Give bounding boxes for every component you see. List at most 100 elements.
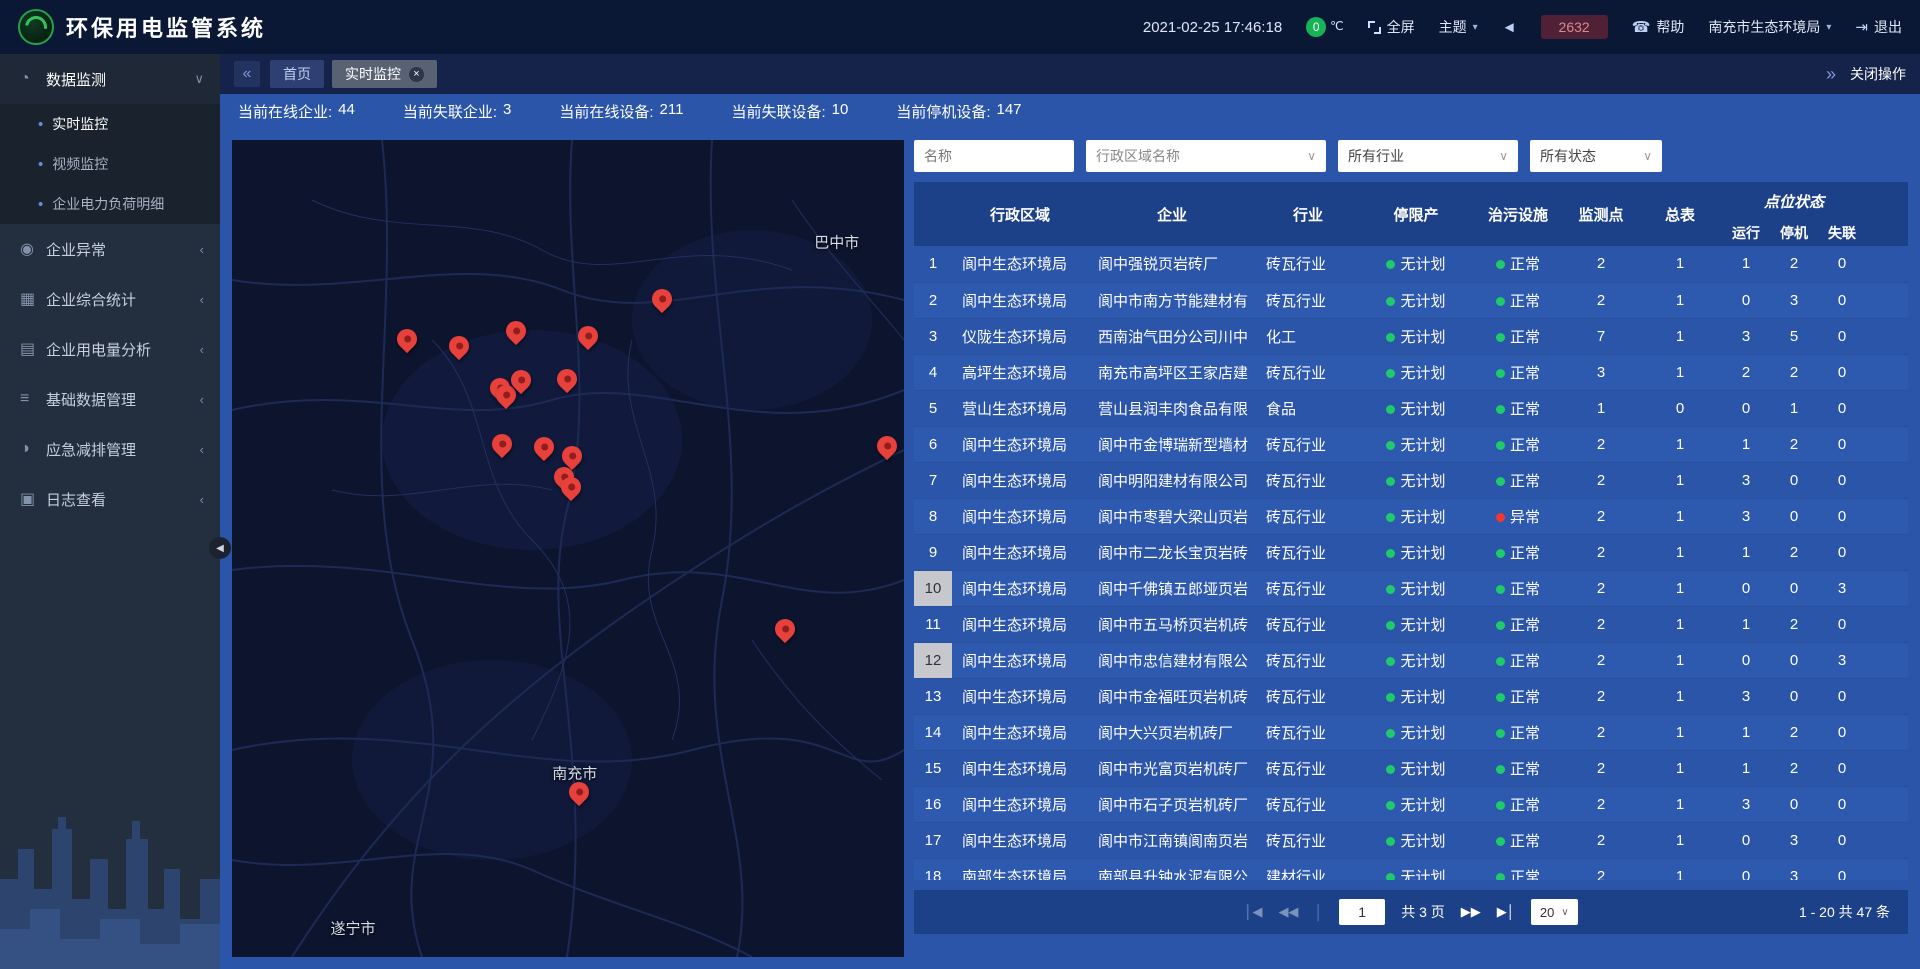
status-filter-select[interactable]: 所有状态 ∨ bbox=[1530, 140, 1662, 172]
collapse-map-button[interactable]: ◀ bbox=[209, 537, 231, 559]
cell-stopped: 0 bbox=[1770, 498, 1818, 534]
cell-region: 阆中生态环境局 bbox=[952, 678, 1088, 714]
cell-region: 阆中生态环境局 bbox=[952, 426, 1088, 462]
sidebar-group-enterprise-statistics[interactable]: ▦企业综合统计‹ bbox=[0, 274, 220, 324]
total-pages-label: 共 3 页 bbox=[1401, 902, 1445, 922]
map-pin[interactable] bbox=[490, 432, 514, 462]
cell-region: 营山生态环境局 bbox=[952, 390, 1088, 426]
sidebar-group-power-analysis[interactable]: ▤企业用电量分析‹ bbox=[0, 324, 220, 374]
table-row[interactable]: 9阆中生态环境局阆中市二龙长宝页岩砖砖瓦行业无计划正常21120 bbox=[914, 534, 1908, 570]
sidebar-group-emergency-reduction[interactable]: ◑应急减排管理‹ bbox=[0, 424, 220, 474]
table-row[interactable]: 10阆中生态环境局阆中千佛镇五郎垭页岩砖瓦行业无计划正常21003 bbox=[914, 570, 1908, 606]
close-operations-button[interactable]: 关闭操作 bbox=[1850, 64, 1906, 84]
cell-industry: 化工 bbox=[1256, 318, 1360, 354]
help-button[interactable]: ☎ 帮助 bbox=[1632, 17, 1685, 37]
region-filter-select[interactable]: 行政区域名称 ∨ bbox=[1086, 140, 1326, 172]
industry-filter-select[interactable]: 所有行业 ∨ bbox=[1338, 140, 1518, 172]
tab-close-icon[interactable]: × bbox=[409, 67, 424, 82]
table-row[interactable]: 12阆中生态环境局阆中市忠信建材有限公砖瓦行业无计划正常21003 bbox=[914, 642, 1908, 678]
map-pin[interactable] bbox=[576, 324, 600, 354]
table-row[interactable]: 5营山生态环境局营山县润丰肉食品有限食品无计划正常10010 bbox=[914, 390, 1908, 426]
table-row[interactable]: 11阆中生态环境局阆中市五马桥页岩机砖砖瓦行业无计划正常21120 bbox=[914, 606, 1908, 642]
map-pin[interactable] bbox=[567, 780, 591, 810]
cell-stopped: 2 bbox=[1770, 246, 1818, 282]
cell-lost: 0 bbox=[1818, 498, 1866, 534]
table-row[interactable]: 13阆中生态环境局阆中市金福旺页岩机砖砖瓦行业无计划正常21300 bbox=[914, 678, 1908, 714]
map-pin[interactable] bbox=[395, 327, 419, 357]
cell-lost: 0 bbox=[1818, 426, 1866, 462]
sidebar-group-data-monitor[interactable]: ◔数据监测∨ bbox=[0, 54, 220, 104]
cell-company: 阆中市枣碧大梁山页岩 bbox=[1088, 498, 1256, 534]
table-row[interactable]: 6阆中生态环境局阆中市金博瑞新型墙材砖瓦行业无计划正常21120 bbox=[914, 426, 1908, 462]
map-panel[interactable]: 巴中市南充市遂宁市 bbox=[232, 140, 904, 957]
status-dot-icon bbox=[1496, 513, 1505, 522]
bullet-icon: • bbox=[38, 197, 43, 212]
table-row[interactable]: 7阆中生态环境局阆中明阳建材有限公司砖瓦行业无计划正常21300 bbox=[914, 462, 1908, 498]
tab-realtime[interactable]: 实时监控× bbox=[332, 60, 437, 88]
stat-value: 211 bbox=[660, 101, 684, 122]
table-row[interactable]: 2阆中生态环境局阆中市南方节能建材有砖瓦行业无计划正常21030 bbox=[914, 282, 1908, 318]
cell-limit: 无计划 bbox=[1360, 462, 1472, 498]
map-pin[interactable] bbox=[875, 434, 899, 464]
col-filler bbox=[1866, 182, 1908, 246]
table-row[interactable]: 17阆中生态环境局阆中市江南镇阆南页岩砖瓦行业无计划正常21030 bbox=[914, 822, 1908, 858]
right-panel: 行政区域名称 ∨ 所有行业 ∨ 所有状态 ∨ bbox=[914, 140, 1908, 957]
first-page-button[interactable]: │◀ bbox=[1244, 904, 1262, 920]
sidebar-item-realtime-monitor[interactable]: •实时监控 bbox=[0, 104, 220, 144]
sidebar-item-power-load-detail[interactable]: •企业电力负荷明细 bbox=[0, 184, 220, 224]
table-row[interactable]: 14阆中生态环境局阆中大兴页岩机砖厂砖瓦行业无计划正常21120 bbox=[914, 714, 1908, 750]
prev-page-button[interactable]: ◀◀ bbox=[1278, 904, 1298, 920]
org-dropdown[interactable]: 南充市生态环境局 ▾ bbox=[1708, 17, 1831, 37]
cell-meter: 1 bbox=[1638, 318, 1722, 354]
map-pin[interactable] bbox=[559, 475, 583, 505]
cell-meter: 1 bbox=[1638, 354, 1722, 390]
sidebar-group-base-data[interactable]: ≡基础数据管理‹ bbox=[0, 374, 220, 424]
theme-dropdown[interactable]: 主题 ▾ bbox=[1439, 17, 1478, 37]
page-size-select[interactable]: 20 ∨ bbox=[1531, 899, 1578, 925]
page-number-input[interactable] bbox=[1339, 899, 1385, 925]
map-pin[interactable] bbox=[447, 334, 471, 364]
logout-button[interactable]: ⇥ 退出 bbox=[1855, 17, 1902, 37]
sidebar-item-video-monitor[interactable]: •视频监控 bbox=[0, 144, 220, 184]
table-row[interactable]: 8阆中生态环境局阆中市枣碧大梁山页岩砖瓦行业无计划异常21300 bbox=[914, 498, 1908, 534]
last-page-button[interactable]: ▶│ bbox=[1497, 904, 1515, 920]
cell-industry: 食品 bbox=[1256, 390, 1360, 426]
table-row[interactable]: 18南部生态环境局南部县升钟水泥有限公建材行业无计划正常21030 bbox=[914, 858, 1908, 880]
table-row[interactable]: 16阆中生态环境局阆中市石子页岩机砖厂砖瓦行业无计划正常21300 bbox=[914, 786, 1908, 822]
status-dot-icon bbox=[1386, 765, 1395, 774]
status-dot-icon bbox=[1496, 297, 1505, 306]
base-data-icon: ≡ bbox=[20, 390, 46, 408]
chevron-left-icon: ‹ bbox=[200, 442, 204, 457]
table-row[interactable]: 1阆中生态环境局阆中强锐页岩砖厂砖瓦行业无计划正常21120 bbox=[914, 246, 1908, 282]
map-pin[interactable] bbox=[650, 287, 674, 317]
cell-region: 阆中生态环境局 bbox=[952, 498, 1088, 534]
cell-running: 3 bbox=[1722, 786, 1770, 822]
temperature-unit: ℃ bbox=[1330, 19, 1343, 33]
cell-region: 阆中生态环境局 bbox=[952, 570, 1088, 606]
sidebar-item-label: 实时监控 bbox=[52, 114, 108, 134]
map-pin[interactable] bbox=[504, 319, 528, 349]
map-pin[interactable] bbox=[555, 367, 579, 397]
name-filter-input[interactable] bbox=[914, 140, 1074, 172]
tab-home[interactable]: 首页 bbox=[270, 60, 324, 88]
tabs-scroll-left-button[interactable]: « bbox=[234, 61, 260, 87]
col-facility: 治污设施 bbox=[1472, 182, 1564, 246]
table-row[interactable]: 4高坪生态环境局南充市高坪区王家店建砖瓦行业无计划正常31220 bbox=[914, 354, 1908, 390]
map-pin[interactable] bbox=[509, 368, 533, 398]
speaker-icon: ◄ bbox=[1502, 19, 1517, 36]
cell-filler bbox=[1866, 642, 1908, 678]
sidebar-group-log-view[interactable]: ▣日志查看‹ bbox=[0, 474, 220, 524]
next-page-button[interactable]: ▶▶ bbox=[1461, 904, 1481, 920]
filter-bar: 行政区域名称 ∨ 所有行业 ∨ 所有状态 ∨ bbox=[914, 140, 1908, 172]
sidebar-group-enterprise-abnormal[interactable]: ◉企业异常‹ bbox=[0, 224, 220, 274]
map-pin[interactable] bbox=[773, 617, 797, 647]
tabs-scroll-right-icon[interactable]: » bbox=[1826, 64, 1836, 85]
table-row[interactable]: 3仪陇生态环境局西南油气田分公司川中化工无计划正常71350 bbox=[914, 318, 1908, 354]
alarm-count-badge[interactable]: 2632 bbox=[1541, 15, 1608, 39]
cell-facility: 异常 bbox=[1472, 498, 1564, 534]
table-row[interactable]: 15阆中生态环境局阆中市光富页岩机砖厂砖瓦行业无计划正常21120 bbox=[914, 750, 1908, 786]
map-pin[interactable] bbox=[532, 435, 556, 465]
region-filter-value: 行政区域名称 bbox=[1096, 146, 1180, 166]
mute-button[interactable]: ◄ bbox=[1502, 19, 1517, 36]
fullscreen-button[interactable]: 全屏 bbox=[1368, 17, 1415, 37]
